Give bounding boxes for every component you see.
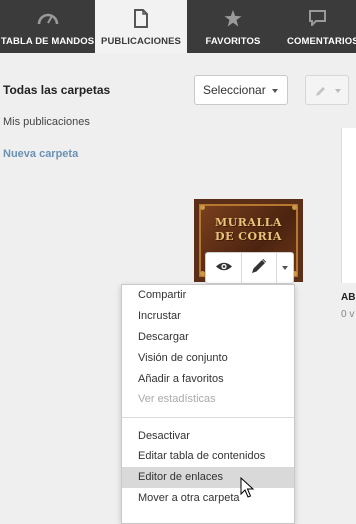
chevron-down-icon <box>282 266 288 270</box>
comment-icon <box>279 8 356 28</box>
chevron-down-icon <box>272 89 278 93</box>
all-folders-link[interactable]: Todas las carpetas <box>3 83 110 97</box>
speedometer-icon <box>0 8 95 28</box>
publication-views: 0 v <box>341 309 355 320</box>
menu-item-download[interactable]: Descargar <box>122 327 294 348</box>
chevron-down-icon <box>335 89 341 93</box>
tab-label: PUBLICACIONES <box>101 36 181 47</box>
tab-favorites[interactable]: FAVORITOS <box>187 0 279 53</box>
tab-label: COMENTARIOS <box>287 36 356 47</box>
menu-item-deactivate[interactable]: Desactivar <box>122 426 294 447</box>
edit-button[interactable] <box>242 253 277 283</box>
mouse-cursor-icon <box>240 476 255 503</box>
cover-title-line2: DE CORIA <box>215 230 282 243</box>
tab-comments[interactable]: COMENTARIOS <box>279 0 356 53</box>
menu-item-overview[interactable]: Visión de conjunto <box>122 348 294 369</box>
tab-label: FAVORITOS <box>205 36 261 47</box>
pencil-icon <box>251 258 267 279</box>
menu-divider <box>122 417 294 418</box>
menu-item-share[interactable]: Compartir <box>122 285 294 306</box>
menu-item-add-favorites[interactable]: Añadir a favoritos <box>122 369 294 390</box>
eye-icon <box>215 259 233 277</box>
menu-item-move-folder[interactable]: Mover a otra carpeta <box>122 488 294 509</box>
tab-publications[interactable]: PUBLICACIONES <box>95 0 187 53</box>
view-button[interactable] <box>206 253 242 283</box>
my-publications-link[interactable]: Mis publicaciones <box>3 116 90 128</box>
more-actions-button[interactable] <box>277 253 293 283</box>
select-dropdown-label: Seleccionar <box>203 83 266 97</box>
bulk-edit-button[interactable] <box>305 75 349 105</box>
menu-item-statistics: Ver estadísticas <box>138 393 216 405</box>
menu-item-link-editor[interactable]: Editor de enlaces <box>122 467 294 488</box>
tab-label: TABLA DE MANDOS <box>0 36 95 47</box>
menu-item-edit-toc[interactable]: Editar tabla de contenidos <box>122 446 294 467</box>
top-navigation: TABLA DE MANDOS PUBLICACIONES FAVORITOS … <box>0 0 356 53</box>
star-icon <box>187 8 279 28</box>
tab-dashboard[interactable]: TABLA DE MANDOS <box>0 0 95 53</box>
menu-item-embed[interactable]: Incrustar <box>122 306 294 327</box>
publication-title: AB <box>341 292 356 303</box>
publication-card-partial[interactable] <box>341 128 356 283</box>
cover-title-line1: MURALLA <box>215 216 282 229</box>
document-icon <box>95 8 187 28</box>
new-folder-link[interactable]: Nueva carpeta <box>3 148 78 160</box>
publication-action-bar <box>205 252 294 284</box>
select-dropdown[interactable]: Seleccionar <box>194 75 288 105</box>
publication-actions-menu: Compartir Incrustar Descargar Visión de … <box>121 284 295 524</box>
pencil-icon <box>315 84 327 102</box>
